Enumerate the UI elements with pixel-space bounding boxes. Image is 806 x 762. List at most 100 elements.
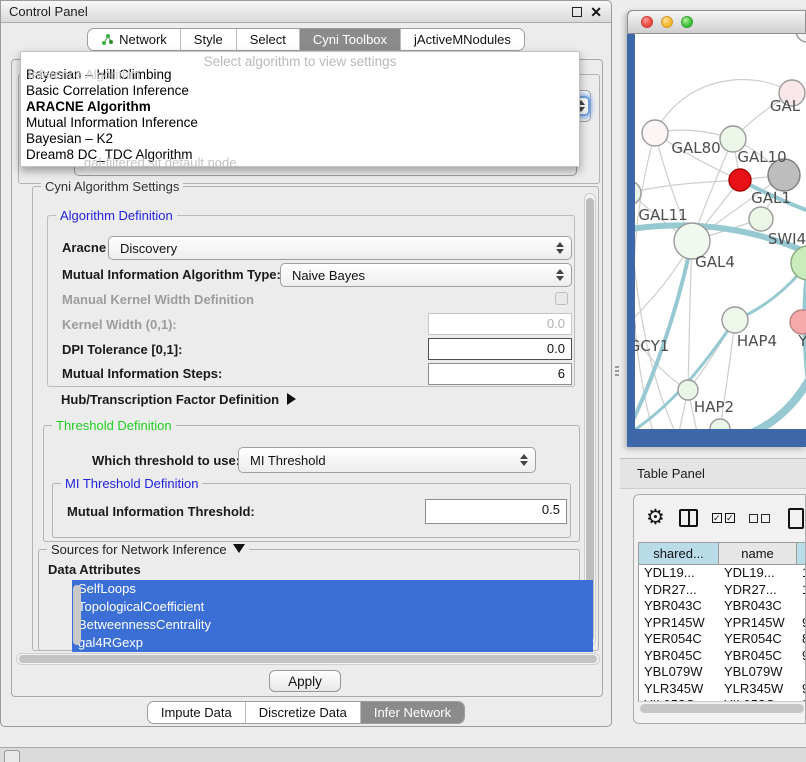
control-panel-titlebar[interactable]: Control Panel ✕	[1, 1, 611, 23]
group-title: Threshold Definition	[52, 418, 176, 433]
table-row[interactable]: YLR345WYLR345W9.	[639, 681, 806, 698]
network-node[interactable]	[796, 34, 806, 42]
network-node[interactable]	[791, 246, 806, 280]
network-view-frame: GALGAL80GAL10GAL1GAL11GAL4SWI4HAP4YGCY1H…	[627, 10, 806, 447]
node-label: GAL4	[695, 253, 735, 271]
attribute-list-item[interactable]: BetweennessCentrality	[72, 616, 593, 634]
tab-select[interactable]: Select	[237, 29, 300, 50]
collapse-arrow-icon	[233, 544, 245, 553]
mi-steps-field[interactable]: 6	[428, 363, 572, 385]
network-edge[interactable]	[635, 180, 740, 193]
split-columns-icon[interactable]	[679, 509, 698, 527]
algorithm-option[interactable]: Basic Correlation Inference	[21, 83, 579, 99]
network-view-titlebar[interactable]	[627, 10, 806, 34]
mi-threshold-field[interactable]: 0.5	[425, 499, 567, 524]
settings-vertical-scrollbar[interactable]	[584, 193, 596, 646]
apply-button[interactable]: Apply	[269, 670, 341, 692]
tab-label: Discretize Data	[259, 705, 347, 720]
threshold-definition-group: Threshold Definition Which threshold to …	[43, 425, 580, 542]
node-label: GAL1	[751, 189, 791, 207]
settings-horizontal-scrollbar[interactable]	[16, 653, 600, 665]
table-panel-titlebar[interactable]: Table Panel	[620, 458, 806, 489]
manual-kernel-checkbox[interactable]	[555, 292, 568, 305]
table-row[interactable]: YER054CYER054C8.	[639, 631, 806, 648]
table-row[interactable]: YPR145WYPR145W9.	[639, 615, 806, 632]
unchecked-boxes-icon[interactable]	[749, 514, 770, 523]
algorithm-option[interactable]: Bayesian – K2	[21, 131, 579, 147]
which-threshold-combobox[interactable]: MI Threshold	[238, 447, 536, 473]
table-cell: 9.	[797, 615, 806, 632]
sources-title[interactable]: Sources for Network Inference	[47, 542, 249, 557]
algorithm-option[interactable]: Dream8 DC_TDC Algorithm	[21, 147, 579, 163]
group-title: MI Threshold Definition	[61, 476, 202, 491]
tab-network[interactable]: Network	[88, 29, 181, 50]
scrollbar-thumb[interactable]	[586, 198, 594, 641]
algorithm-option[interactable]: Bayesian – Hill Climbing	[21, 67, 579, 83]
gear-icon[interactable]: ⚙	[646, 508, 665, 528]
minimize-traffic-light[interactable]	[661, 16, 673, 28]
tab-infer-network[interactable]: Infer Network	[361, 702, 464, 723]
bottom-strip	[0, 747, 806, 762]
network-node[interactable]	[710, 419, 730, 429]
attribute-list-item[interactable]: TopologicalCoefficient	[72, 598, 593, 616]
dpi-tolerance-field[interactable]: 0.0	[428, 338, 572, 360]
collapsed-panel-icon[interactable]	[4, 750, 20, 762]
table-row[interactable]: YBR043CYBR043C	[639, 598, 806, 615]
kernel-width-field[interactable]: 0.0	[428, 313, 572, 335]
combo-up-arrow	[556, 242, 564, 247]
tab-cyni-toolbox[interactable]: Cyni Toolbox	[300, 29, 401, 50]
network-node[interactable]	[678, 380, 698, 400]
kernel-width-label: Kernel Width (0,1):	[62, 317, 177, 332]
attribute-list-item[interactable]: gal4RGexp	[72, 634, 593, 652]
mi-threshold-group: MI Threshold Definition Mutual Informati…	[52, 483, 571, 538]
table-cell: YER054C	[719, 631, 797, 648]
tab-impute-data[interactable]: Impute Data	[148, 702, 246, 723]
table-cell: YBR045C	[639, 648, 719, 665]
close-traffic-light[interactable]	[641, 16, 653, 28]
table-row[interactable]: YDL19...YDL19...13	[639, 565, 806, 582]
table-cell: YPR145W	[639, 615, 719, 632]
checked-boxes-icon[interactable]: ✓✓	[712, 513, 735, 523]
zoom-traffic-light[interactable]	[681, 16, 693, 28]
network-edge[interactable]	[635, 133, 655, 429]
data-attributes-list[interactable]: SelfLoopsTopologicalCoefficientBetweenne…	[72, 580, 593, 652]
scrollbar-thumb[interactable]	[19, 655, 597, 663]
network-node[interactable]	[749, 207, 773, 231]
network-edge[interactable]	[635, 326, 688, 390]
attribute-list-item[interactable]: SelfLoops	[72, 580, 593, 598]
combo-down-arrow	[520, 461, 528, 466]
network-node[interactable]	[729, 169, 751, 191]
column-header[interactable]: name	[719, 543, 797, 564]
group-title: Algorithm Definition	[56, 208, 177, 223]
float-window-icon[interactable]	[572, 7, 582, 17]
aracne-mode-combobox[interactable]: Discovery	[108, 236, 572, 260]
column-header[interactable]: shared...	[639, 543, 719, 564]
network-node[interactable]	[642, 120, 668, 146]
document-icon[interactable]	[788, 508, 804, 529]
mi-type-combobox[interactable]: Naive Bayes	[280, 263, 572, 287]
table-row[interactable]: YDR27...YDR27...12	[639, 582, 806, 599]
table-row[interactable]: YBR045CYBR045C9.	[639, 648, 806, 665]
network-node[interactable]	[790, 310, 806, 334]
network-node[interactable]	[722, 307, 748, 333]
network-canvas[interactable]: GALGAL80GAL10GAL1GAL11GAL4SWI4HAP4YGCY1H…	[635, 34, 806, 429]
network-edge-highlighted[interactable]	[741, 364, 806, 429]
close-icon[interactable]: ✕	[590, 7, 602, 17]
column-header[interactable]: A	[797, 543, 806, 564]
network-edge-highlighted[interactable]	[635, 241, 692, 429]
table-row[interactable]: YBL079WYBL079W	[639, 664, 806, 681]
list-scrollbar-thumb[interactable]	[73, 585, 81, 645]
control-panel-window: Control Panel ✕ Network Style Select C	[0, 0, 612, 727]
tab-style[interactable]: Style	[181, 29, 237, 50]
tab-discretize-data[interactable]: Discretize Data	[246, 702, 361, 723]
table-horizontal-scrollbar[interactable]	[637, 701, 806, 714]
tab-label: Impute Data	[161, 705, 232, 720]
tab-jactivemnodules[interactable]: jActiveMNodules	[401, 29, 524, 50]
scrollbar-thumb[interactable]	[640, 704, 804, 713]
table-panel-window: ⚙ ✓✓ shared...nameA YDL19...YDL19...13YD…	[633, 494, 806, 724]
hub-definition-toggle[interactable]: Hub/Transcription Factor Definition	[61, 392, 296, 407]
node-label: HAP4	[737, 332, 777, 350]
splitpane-divider-grip[interactable]	[615, 366, 619, 376]
algorithm-option[interactable]: Mutual Information Inference	[21, 115, 579, 131]
algorithm-option[interactable]: ARACNE Algorithm	[21, 99, 579, 115]
